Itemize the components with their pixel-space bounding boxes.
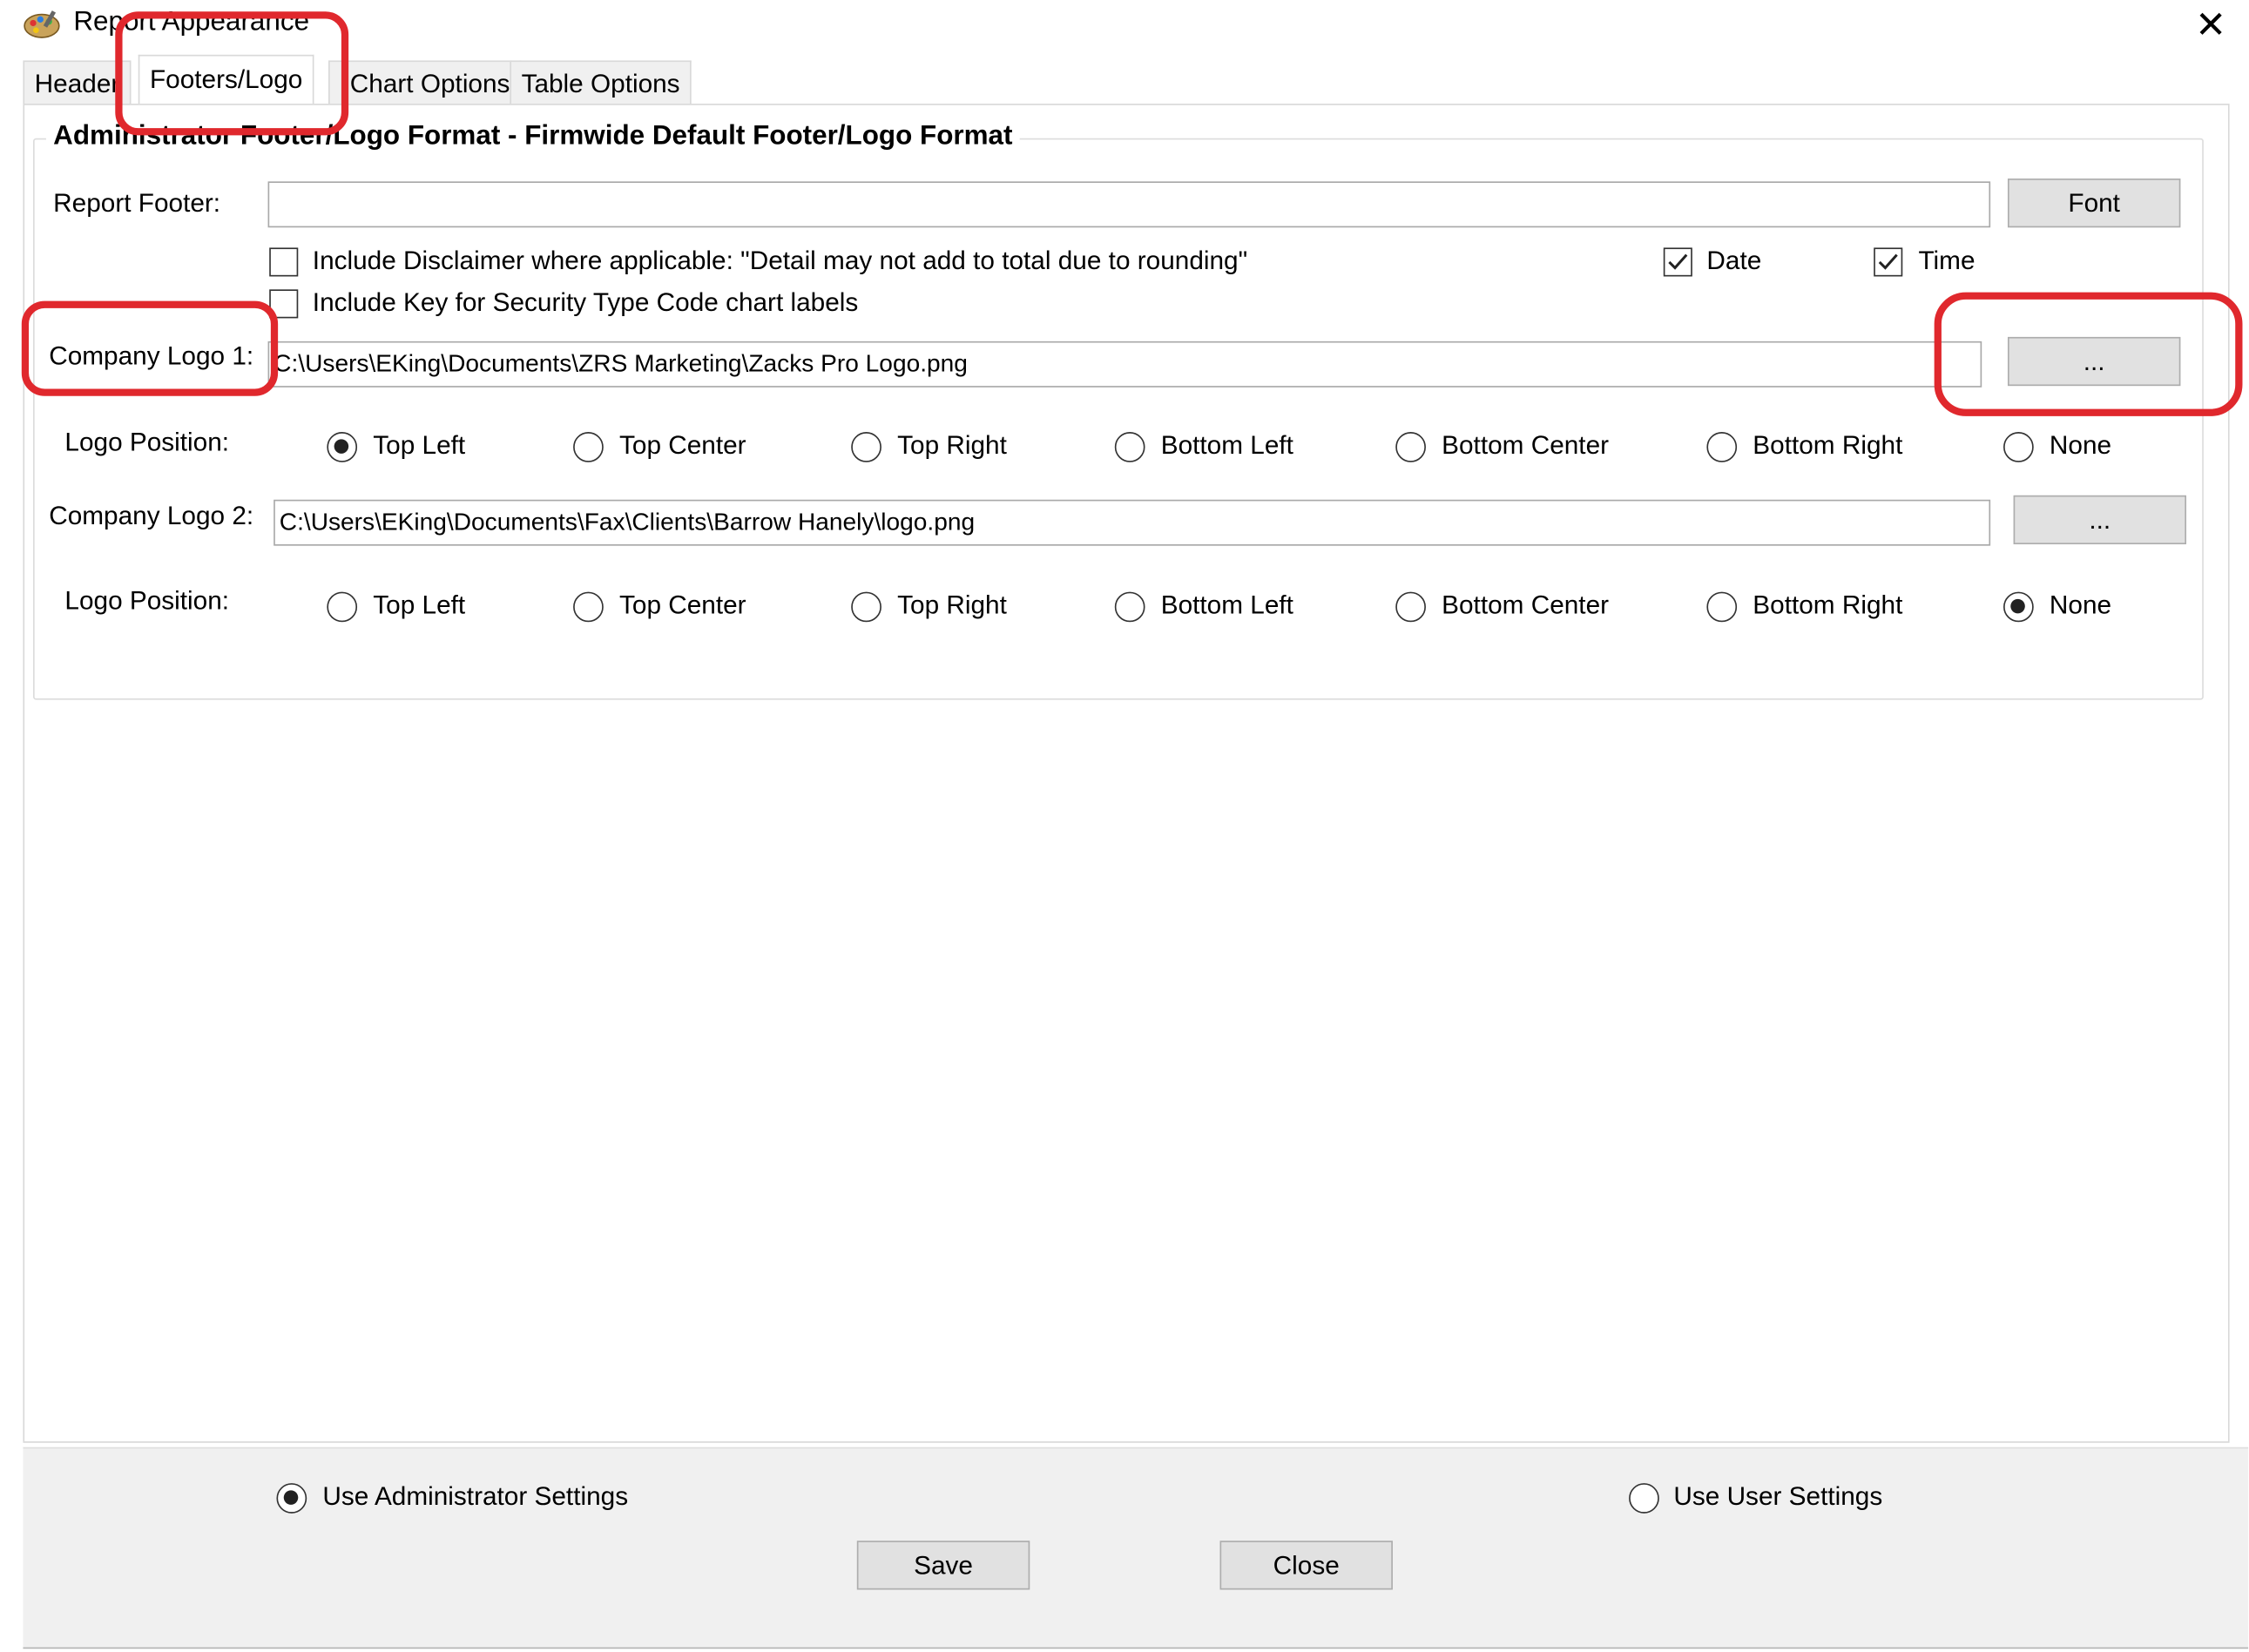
- logo-2-label-top-left: Top Left: [373, 590, 466, 620]
- logo-1-label-top-right: Top Right: [897, 430, 1007, 460]
- logo-1-radio-bottom-center[interactable]: [1395, 432, 1426, 462]
- company-logo-1-input[interactable]: C:\Users\EKing\Documents\ZRS Marketing\Z…: [267, 341, 1982, 388]
- font-button[interactable]: Font: [2007, 179, 2181, 228]
- close-button[interactable]: Close: [1219, 1541, 1393, 1590]
- tab-footers-logo[interactable]: Footers/Logo: [138, 54, 314, 105]
- logo-2-label-none: None: [2049, 590, 2112, 620]
- date-label: Date: [1706, 246, 1762, 275]
- close-icon[interactable]: ✕: [2191, 4, 2231, 44]
- checkmark-icon: [1878, 253, 1898, 270]
- company-logo-1-label: Company Logo 1:: [49, 341, 254, 370]
- company-logo-2-input[interactable]: C:\Users\EKing\Documents\Fax\Clients\Bar…: [274, 499, 1991, 546]
- logo-1-radio-top-center[interactable]: [573, 432, 604, 462]
- disclaimer-label: Include Disclaimer where applicable: "De…: [312, 246, 1248, 275]
- logo-1-radio-top-left[interactable]: [327, 432, 358, 462]
- use-admin-settings-label: Use Administrator Settings: [322, 1481, 629, 1511]
- logo-2-radio-none[interactable]: [2003, 591, 2034, 623]
- logo-2-radio-top-right[interactable]: [851, 591, 881, 623]
- logo-1-position-label: Logo Position:: [64, 428, 230, 457]
- settings-panel: [23, 1446, 2249, 1649]
- report-footer-input[interactable]: [267, 181, 1991, 228]
- logo-2-radio-top-left[interactable]: [327, 591, 358, 623]
- logo-1-label-none: None: [2049, 430, 2112, 460]
- logo-2-label-bottom-right: Bottom Right: [1753, 590, 1903, 620]
- logo-1-radio-none[interactable]: [2003, 432, 2034, 462]
- use-user-settings-label: Use User Settings: [1673, 1481, 1883, 1511]
- logo-2-label-bottom-left: Bottom Left: [1160, 590, 1293, 620]
- logo-2-label-bottom-center: Bottom Center: [1442, 590, 1610, 620]
- logo-1-label-top-left: Top Left: [373, 430, 466, 460]
- palette-icon: [23, 10, 60, 39]
- logo-2-radio-top-center[interactable]: [573, 591, 604, 623]
- logo-2-label-top-center: Top Center: [619, 590, 746, 620]
- window-title: Report Appearance: [73, 7, 310, 37]
- logo-1-label-top-center: Top Center: [619, 430, 746, 460]
- logo-2-radio-bottom-center[interactable]: [1395, 591, 1426, 623]
- report-footer-label: Report Footer:: [53, 188, 221, 218]
- logo-2-label-top-right: Top Right: [897, 590, 1007, 620]
- logo-1-label-bottom-center: Bottom Center: [1442, 430, 1610, 460]
- company-logo-2-label: Company Logo 2:: [49, 501, 254, 530]
- use-user-settings-radio[interactable]: [1629, 1483, 1659, 1514]
- time-label: Time: [1918, 246, 1975, 275]
- time-checkbox[interactable]: [1874, 247, 1903, 277]
- save-button[interactable]: Save: [856, 1541, 1030, 1590]
- logo-2-radio-bottom-right[interactable]: [1706, 591, 1738, 623]
- logo-1-label-bottom-right: Bottom Right: [1753, 430, 1903, 460]
- date-checkbox[interactable]: [1663, 247, 1692, 277]
- security-key-label: Include Key for Security Type Code chart…: [312, 287, 859, 317]
- logo-1-radio-bottom-left[interactable]: [1114, 432, 1145, 462]
- logo-1-radio-bottom-right[interactable]: [1706, 432, 1738, 462]
- logo-2-position-label: Logo Position:: [64, 585, 230, 616]
- group-title: Administrator Footer/Logo Format - Firmw…: [45, 120, 1020, 153]
- checkmark-icon: [1668, 253, 1688, 270]
- disclaimer-checkbox[interactable]: [269, 247, 299, 277]
- tab-table-options[interactable]: Table Options: [510, 60, 692, 105]
- tab-header[interactable]: Header: [23, 60, 132, 105]
- use-admin-settings-radio[interactable]: [276, 1483, 307, 1514]
- security-key-checkbox[interactable]: [269, 289, 299, 319]
- logo-2-radio-bottom-left[interactable]: [1114, 591, 1145, 623]
- browse-logo-2-button[interactable]: ...: [2013, 495, 2187, 545]
- report-appearance-dialog: Report Appearance ✕ Header Footers/Logo …: [0, 0, 2249, 1652]
- browse-logo-1-button[interactable]: ...: [2007, 336, 2181, 387]
- logo-1-label-bottom-left: Bottom Left: [1160, 430, 1293, 460]
- tab-chart-options[interactable]: Chart Options: [328, 60, 522, 105]
- logo-1-radio-top-right[interactable]: [851, 432, 881, 462]
